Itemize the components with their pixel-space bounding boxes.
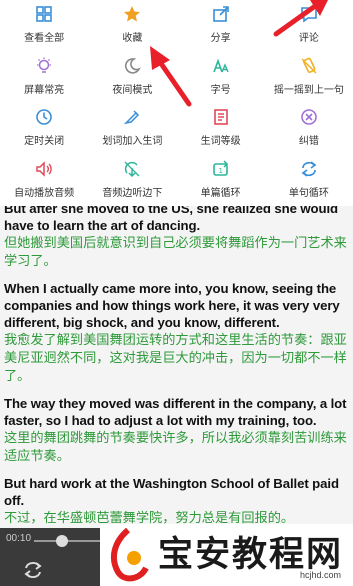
watermark-logo-icon <box>110 528 149 582</box>
bilingual-paragraph[interactable]: have to learn the art of dancing. 但她搬到美国后… <box>0 217 353 270</box>
english-sentence[interactable]: When I actually came more into, you know… <box>4 280 349 331</box>
progress-knob[interactable] <box>56 535 68 547</box>
english-sentence[interactable]: The way they moved was different in the … <box>4 395 349 429</box>
chinese-translation: 这里的舞团跳舞的节奏要快许多，所以我必须靠刻苦训练来适应节奏。 <box>4 430 347 463</box>
bilingual-paragraph[interactable]: When I actually came more into, you know… <box>0 280 353 385</box>
watermark-url: hcjhd.com <box>300 570 342 580</box>
chinese-translation: 我愈发了解到美国舞团运转的方式和这里生活的节奏：跟亚美尼亚迥然不同，这对我是巨大… <box>4 332 347 383</box>
elapsed-time: 00:10 <box>6 533 32 544</box>
watermark: 宝安教程网 hcjhd.com <box>100 524 353 586</box>
repeat-icon[interactable] <box>22 560 44 580</box>
bilingual-paragraph[interactable]: The way they moved was different in the … <box>0 395 353 465</box>
partial-sentence: But after she moved to the US, she reali… <box>4 206 338 216</box>
chinese-translation: 但她搬到美国后就意识到自己必须要将舞蹈作为一门艺术来学习了。 <box>4 235 347 268</box>
english-sentence[interactable]: But hard work at the Washington School o… <box>4 475 349 509</box>
bilingual-paragraph[interactable]: But hard work at the Washington School o… <box>0 475 353 527</box>
audio-player: 00:10 <box>0 528 100 586</box>
arrow-to-comment-icon <box>273 0 328 37</box>
english-sentence[interactable]: have to learn the art of dancing. <box>4 217 349 234</box>
